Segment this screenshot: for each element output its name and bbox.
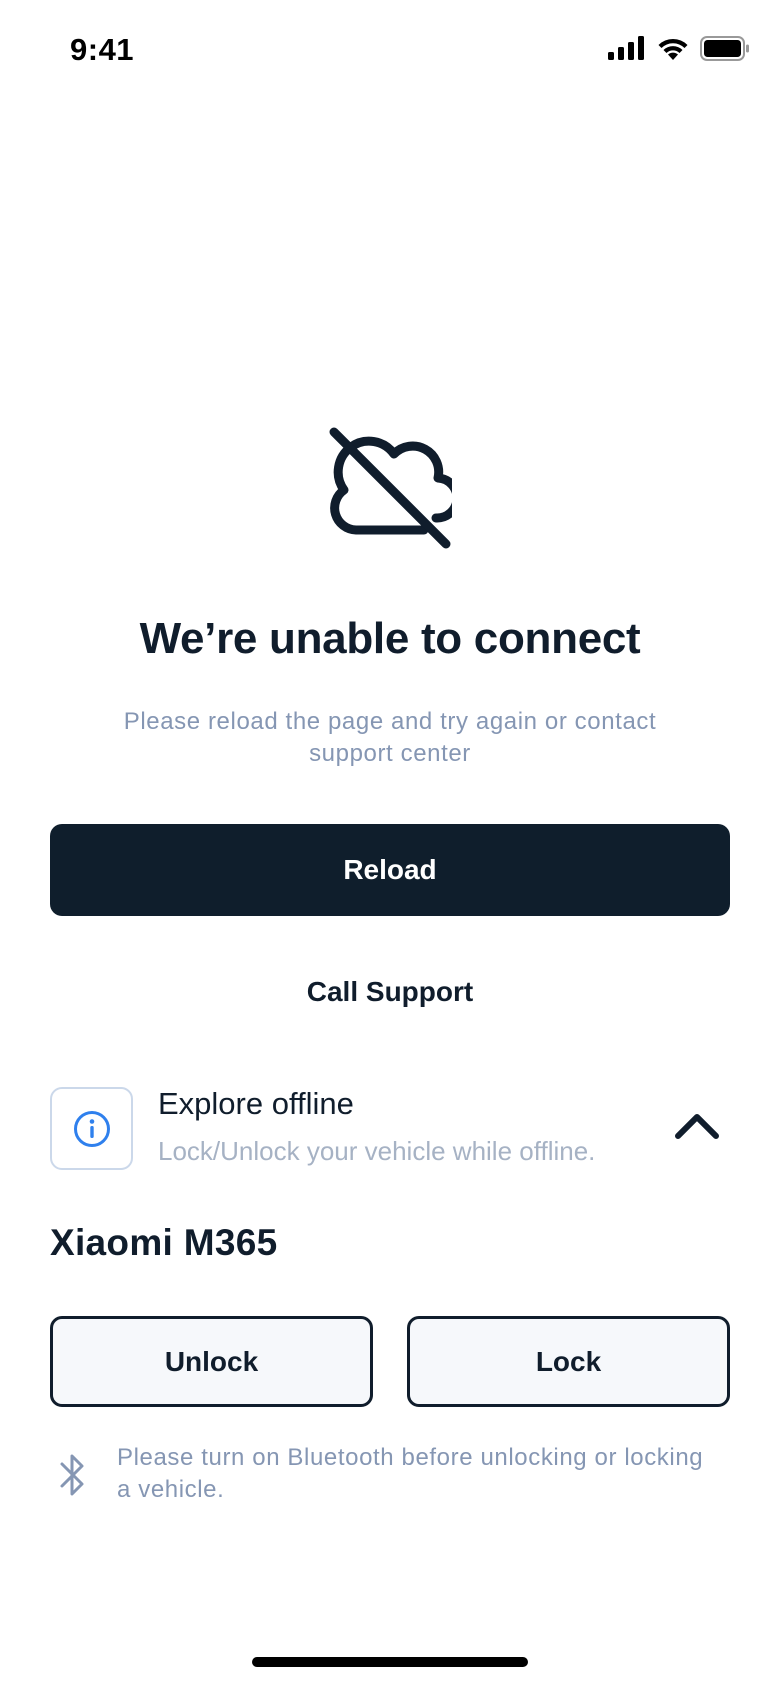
wifi-icon: [658, 38, 688, 60]
lock-button[interactable]: Lock: [407, 1316, 730, 1407]
chevron-up-icon[interactable]: [674, 1110, 720, 1140]
info-icon: [73, 1110, 110, 1147]
bluetooth-icon: [60, 1454, 84, 1496]
status-icons: [608, 34, 750, 62]
bluetooth-note: Please turn on Bluetooth before unlockin…: [117, 1444, 704, 1503]
explore-offline-title[interactable]: Explore offline: [158, 1086, 354, 1122]
error-subtitle: Please reload the page and try again or …: [123, 708, 657, 767]
reload-button[interactable]: Reload: [50, 824, 730, 916]
error-title: We’re unable to connect: [139, 614, 641, 663]
status-time: 9:41: [70, 32, 135, 67]
call-support-link[interactable]: Call Support: [0, 976, 780, 1008]
unlock-button[interactable]: Unlock: [50, 1316, 373, 1407]
cloud-off-icon: [329, 427, 452, 549]
cellular-signal-icon: [608, 36, 644, 60]
explore-offline-subtitle: Lock/Unlock your vehicle while offline.: [158, 1136, 596, 1166]
screen: 9:41 We’re unable to connect Please relo…: [0, 0, 780, 1688]
battery-icon: [700, 35, 749, 61]
home-indicator[interactable]: [252, 1657, 528, 1667]
status-bar: 9:41: [0, 0, 780, 100]
info-icon-box: [50, 1087, 133, 1170]
vehicle-name: Xiaomi M365: [50, 1222, 278, 1263]
